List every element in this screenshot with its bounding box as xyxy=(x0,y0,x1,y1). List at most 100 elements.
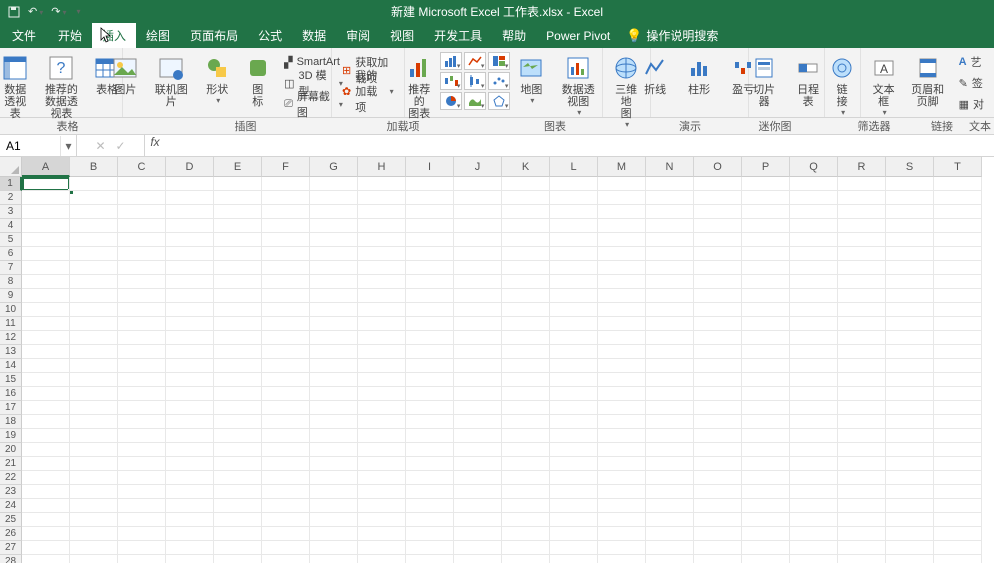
column-chart-button[interactable] xyxy=(440,52,462,70)
column-header[interactable]: R xyxy=(838,157,886,177)
column-header[interactable]: H xyxy=(358,157,406,177)
tab-data[interactable]: 数据 xyxy=(292,23,336,48)
select-all-corner[interactable] xyxy=(0,157,22,177)
row-header[interactable]: 24 xyxy=(0,499,22,513)
tab-insert[interactable]: 插入 xyxy=(92,23,136,48)
column-header[interactable]: I xyxy=(406,157,454,177)
radar-chart-button[interactable] xyxy=(488,92,510,110)
icons-button[interactable]: 图 标 xyxy=(240,50,277,108)
row-header[interactable]: 12 xyxy=(0,331,22,345)
row-header[interactable]: 28 xyxy=(0,555,22,563)
row-header[interactable]: 4 xyxy=(0,219,22,233)
row-header[interactable]: 6 xyxy=(0,247,22,261)
sparkline-line-button[interactable]: 折线 xyxy=(635,50,675,96)
row-header[interactable]: 8 xyxy=(0,275,22,289)
row-header[interactable]: 14 xyxy=(0,359,22,373)
tab-developer[interactable]: 开发工具 xyxy=(424,23,492,48)
tab-review[interactable]: 审阅 xyxy=(336,23,380,48)
object-button[interactable]: ▦对 xyxy=(955,94,988,114)
row-header[interactable]: 23 xyxy=(0,485,22,499)
row-header[interactable]: 18 xyxy=(0,415,22,429)
surface-chart-button[interactable] xyxy=(464,92,486,110)
shapes-button[interactable]: 形状 ▾ xyxy=(199,50,236,105)
tell-me-search[interactable]: 💡 操作说明搜索 xyxy=(626,23,718,48)
column-header[interactable]: A xyxy=(22,157,70,177)
column-header[interactable]: P xyxy=(742,157,790,177)
column-header[interactable]: G xyxy=(310,157,358,177)
recommended-pivot-button[interactable]: ? 推荐的 数据透视表 xyxy=(38,50,86,120)
row-header[interactable]: 3 xyxy=(0,205,22,219)
row-header[interactable]: 5 xyxy=(0,233,22,247)
undo-icon[interactable]: ↶▾ xyxy=(28,5,43,18)
pivot-chart-button[interactable]: 数据透视图 ▾ xyxy=(552,50,604,117)
scatter-chart-button[interactable] xyxy=(488,72,510,90)
column-header[interactable]: S xyxy=(886,157,934,177)
column-header[interactable]: L xyxy=(550,157,598,177)
pivot-table-button[interactable]: 数据 透视表 xyxy=(0,50,34,120)
textbox-button[interactable]: A 文本框 ▾ xyxy=(867,50,901,117)
row-header[interactable]: 9 xyxy=(0,289,22,303)
column-header[interactable]: K xyxy=(502,157,550,177)
tab-help[interactable]: 帮助 xyxy=(492,23,536,48)
tab-page-layout[interactable]: 页面布局 xyxy=(180,23,248,48)
cancel-formula-icon[interactable]: ✕ xyxy=(95,139,105,153)
column-header[interactable]: M xyxy=(598,157,646,177)
formula-input[interactable] xyxy=(165,135,994,156)
row-header[interactable]: 10 xyxy=(0,303,22,317)
row-header[interactable]: 19 xyxy=(0,429,22,443)
row-header[interactable]: 15 xyxy=(0,373,22,387)
file-tab[interactable]: 文件 xyxy=(0,23,48,48)
slicer-button[interactable]: 切片器 xyxy=(744,50,784,108)
pie-chart-2-button[interactable] xyxy=(440,92,462,110)
row-header[interactable]: 27 xyxy=(0,541,22,555)
tab-home[interactable]: 开始 xyxy=(48,23,92,48)
column-header[interactable]: Q xyxy=(790,157,838,177)
name-box-input[interactable] xyxy=(0,139,60,153)
row-header[interactable]: 22 xyxy=(0,471,22,485)
tab-formulas[interactable]: 公式 xyxy=(248,23,292,48)
column-header[interactable]: T xyxy=(934,157,982,177)
fx-icon[interactable]: fx xyxy=(145,135,165,156)
column-header[interactable]: J xyxy=(454,157,502,177)
column-header[interactable]: O xyxy=(694,157,742,177)
column-header[interactable]: B xyxy=(70,157,118,177)
tab-view[interactable]: 视图 xyxy=(380,23,424,48)
area-chart-button[interactable] xyxy=(440,72,462,90)
row-header[interactable]: 25 xyxy=(0,513,22,527)
save-icon[interactable] xyxy=(8,6,20,18)
redo-icon[interactable]: ↷▾ xyxy=(51,5,66,18)
enter-formula-icon[interactable]: ✓ xyxy=(116,139,126,153)
my-addins-button[interactable]: ✿我的加载项▾ xyxy=(338,81,398,101)
row-header[interactable]: 21 xyxy=(0,457,22,471)
header-footer-button[interactable]: 页眉和页脚 xyxy=(905,50,951,108)
column-header[interactable]: C xyxy=(118,157,166,177)
column-header[interactable]: N xyxy=(646,157,694,177)
signature-button[interactable]: ✎签 xyxy=(955,73,988,93)
wordart-button[interactable]: A艺 xyxy=(955,52,988,72)
row-header[interactable]: 26 xyxy=(0,527,22,541)
row-header[interactable]: 20 xyxy=(0,443,22,457)
link-button[interactable]: 链 接 ▾ xyxy=(822,50,862,117)
row-header[interactable]: 16 xyxy=(0,387,22,401)
tab-draw[interactable]: 绘图 xyxy=(136,23,180,48)
sparkline-column-button[interactable]: 柱形 xyxy=(679,50,719,96)
maps-button[interactable]: 地图 ▾ xyxy=(514,50,548,105)
row-header[interactable]: 17 xyxy=(0,401,22,415)
stat-chart-button[interactable] xyxy=(464,72,486,90)
picture-button[interactable]: 图片 xyxy=(107,50,144,96)
name-box-dropdown[interactable]: ▾ xyxy=(60,136,76,156)
row-header[interactable]: 2 xyxy=(0,191,22,205)
column-header[interactable]: E xyxy=(214,157,262,177)
row-header[interactable]: 7 xyxy=(0,261,22,275)
tab-powerpivot[interactable]: Power Pivot xyxy=(536,23,620,48)
line-chart-button[interactable] xyxy=(464,52,486,70)
recommended-charts-button[interactable]: 推荐的 图表 xyxy=(402,50,436,120)
row-header[interactable]: 1 xyxy=(0,177,22,191)
qat-customize-icon[interactable]: ▾ xyxy=(76,7,80,16)
cells-area[interactable] xyxy=(22,177,982,563)
pie-chart-button[interactable] xyxy=(488,52,510,70)
row-header[interactable]: 11 xyxy=(0,317,22,331)
row-header[interactable]: 13 xyxy=(0,345,22,359)
column-header[interactable]: D xyxy=(166,157,214,177)
column-header[interactable]: F xyxy=(262,157,310,177)
